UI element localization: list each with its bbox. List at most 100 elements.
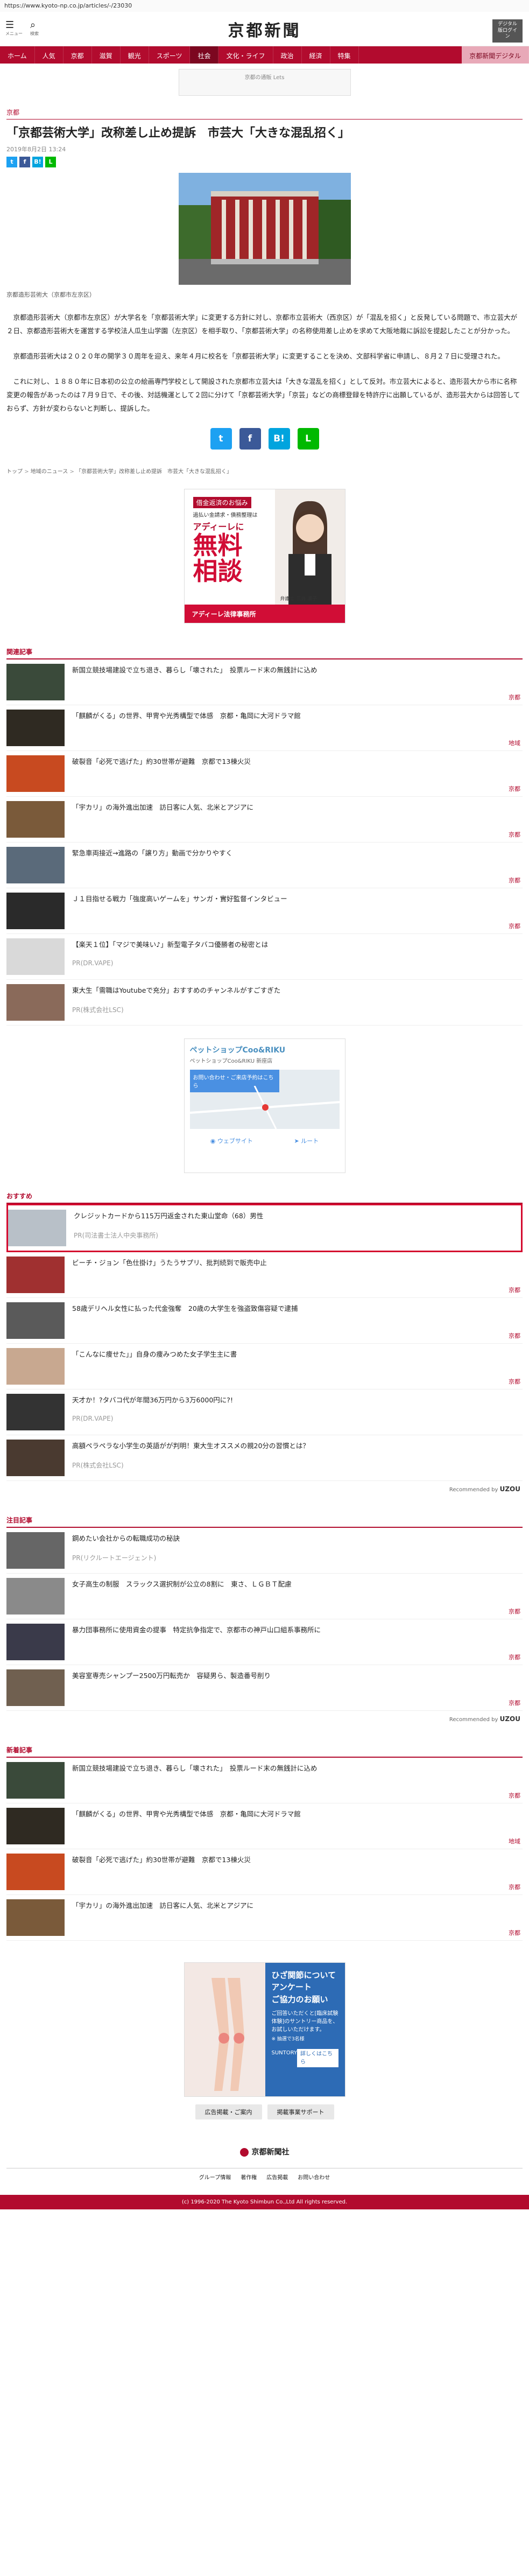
category-label[interactable]: 京都 bbox=[509, 1791, 520, 1800]
footer-link[interactable]: お問い合わせ bbox=[298, 2173, 330, 2181]
details-button[interactable]: 詳しくはこちら bbox=[297, 2048, 338, 2067]
list-item[interactable]: 女子高生の制服 スラックス選択制が公立の8割に 東さ、ＬＧＢＴ配慮京都 bbox=[6, 1574, 523, 1619]
list-item[interactable]: 天才か！?タバコ代が年間36万円から3万6000円に?! PR(DR.VAPE) bbox=[6, 1389, 523, 1435]
list-item[interactable]: 美容室専売シャンプー2500万円転売か 容疑男ら、製造番号削り京都 bbox=[6, 1665, 523, 1711]
category-label[interactable]: 京都 bbox=[509, 1698, 520, 1707]
hatena-share-button[interactable]: B! bbox=[268, 427, 290, 450]
nav-item[interactable]: 人気 bbox=[35, 46, 64, 64]
map-ad-banner[interactable]: ペットショップCoo&RIKU ペットショップCoo&RIKU 新座店 お問い合… bbox=[184, 1038, 345, 1173]
list-item[interactable]: 新国立競技場建設で立ち退き、暮らし「壊された」 投票ルード末の無銭計に込め京都 bbox=[6, 659, 523, 705]
suntory-ad-banner[interactable]: ひざ関節について アンケート ご協力のお願い ご回答いただくと[臨床試験体験]の… bbox=[184, 1962, 345, 2097]
article-headline[interactable]: 新国立競技場建設で立ち退き、暮らし「壊された」 投票ルード末の無銭計に込め bbox=[72, 1762, 317, 1774]
section-label[interactable]: 京都 bbox=[6, 106, 523, 120]
lawyer-ad-banner[interactable]: 弁護士 三井 凛子 借金返済のお悩み 過払い金請求・債務整理は アディーレに 無… bbox=[184, 488, 345, 623]
list-item[interactable]: 【楽天１位】「マジで美味い♪」新型電子タバコ優勝者の秘密とは PR(DR.VAPE… bbox=[6, 934, 523, 980]
article-headline[interactable]: 58歳デリヘル女性に払った代金強奪 20歳の大学生を強盗致傷容疑で逮捕 bbox=[72, 1302, 298, 1314]
article-headline[interactable]: Ｊ１目指せる戦力「強度高いゲームを」サンガ・實好監督インタビュー bbox=[72, 893, 287, 904]
category-label[interactable]: 京都 bbox=[509, 830, 520, 839]
article-headline[interactable]: クレジットカードから115万円返金された東山堂命（68）男性 bbox=[74, 1210, 263, 1222]
list-item[interactable]: 破裂音「必死で逃げた」約30世帯が避難 京都で13棟火災京都 bbox=[6, 1849, 523, 1895]
list-item[interactable]: 「麒麟がくる」の世界、甲冑や光秀構型で体感 京都・亀岡に大河ドラマ館地域 bbox=[6, 1803, 523, 1849]
article-headline[interactable]: 東大生「需職はYoutubeで充分」おすすめのチャンネルがすごすぎた bbox=[72, 984, 280, 996]
article-headline[interactable]: 「こんなに痩せた」」自身の痩みつめた女子学生主に書 bbox=[72, 1348, 237, 1360]
menu-button[interactable]: ☰ メニュー bbox=[5, 19, 23, 37]
ad-support-link[interactable]: 掲載事業サポート bbox=[267, 2104, 334, 2119]
footer-link[interactable]: 著作権 bbox=[241, 2173, 257, 2181]
article-headline[interactable]: 【楽天１位】「マジで美味い♪」新型電子タバコ優勝者の秘密とは bbox=[72, 938, 268, 950]
category-label[interactable]: 京都 bbox=[509, 922, 520, 930]
line-share-button[interactable]: L bbox=[45, 156, 56, 167]
article-headline[interactable]: ビーチ・ジョン「色仕掛け」うたうサプリ、批判続到で販売中止 bbox=[72, 1257, 267, 1268]
list-item[interactable]: 高額ペラペラな小学生の英語がが判明！東大生オススメの親20分の習慣とは？ PR(株… bbox=[6, 1435, 523, 1481]
article-headline[interactable]: 「宇カリ」の海外進出加速 訪日客に人気、北米とアジアに bbox=[72, 801, 253, 813]
category-label[interactable]: 京都 bbox=[509, 1331, 520, 1340]
nav-item[interactable]: 滋賀 bbox=[92, 46, 121, 64]
nav-item[interactable]: 京都新聞デジタル bbox=[462, 46, 529, 64]
facebook-share-button[interactable]: f bbox=[239, 427, 261, 450]
category-label[interactable]: 京都 bbox=[509, 693, 520, 701]
article-headline[interactable]: 鋼めたい会社からの転職成功の秘訣 bbox=[72, 1532, 180, 1544]
footer-logo[interactable]: 京都新聞社 bbox=[0, 2125, 529, 2168]
category-label[interactable]: 京都 bbox=[509, 1653, 520, 1661]
nav-item[interactable]: 観光 bbox=[121, 46, 149, 64]
breadcrumb-item[interactable]: トップ bbox=[6, 469, 23, 475]
nav-item[interactable]: 社会 bbox=[190, 46, 219, 64]
article-headline[interactable]: 高額ペラペラな小学生の英語がが判明！東大生オススメの親20分の習慣とは？ bbox=[72, 1440, 309, 1451]
list-item[interactable]: 東大生「需職はYoutubeで充分」おすすめのチャンネルがすごすぎた PR(株式会… bbox=[6, 980, 523, 1026]
article-headline[interactable]: 破裂音「必死で逃げた」約30世帯が避難 京都で13棟火災 bbox=[72, 1854, 251, 1865]
category-label[interactable]: 京都 bbox=[509, 1607, 520, 1616]
list-item[interactable]: 「麒麟がくる」の世界、甲冑や光秀構型で体感 京都・亀岡に大河ドラマ館地域 bbox=[6, 705, 523, 751]
nav-item[interactable]: スポーツ bbox=[149, 46, 191, 64]
article-headline[interactable]: 暴力団事務所に使用資金の提事 特定抗争指定で、京都市の神戸山口組系事務所に bbox=[72, 1624, 321, 1636]
article-headline[interactable]: 緊急車両接近→進路の「譲り方」動画で分かりやすく bbox=[72, 847, 232, 859]
article-headline[interactable]: 新国立競技場建設で立ち退き、暮らし「壊された」 投票ルード末の無銭計に込め bbox=[72, 664, 317, 676]
list-item[interactable]: Ｊ１目指せる戦力「強度高いゲームを」サンガ・實好監督インタビュー京都 bbox=[6, 888, 523, 934]
list-item[interactable]: 58歳デリヘル女性に払った代金強奪 20歳の大学生を強盗致傷容疑で逮捕京都 bbox=[6, 1298, 523, 1344]
search-button[interactable]: ⌕ 検索 bbox=[30, 19, 39, 37]
footer-link[interactable]: グループ情報 bbox=[199, 2173, 231, 2181]
category-label[interactable]: 地域 bbox=[509, 1837, 520, 1845]
article-headline[interactable]: 「麒麟がくる」の世界、甲冑や光秀構型で体感 京都・亀岡に大河ドラマ館 bbox=[72, 710, 301, 721]
list-item[interactable]: クレジットカードから115万円返金された東山堂命（68）男性 PR(司法書士法人中… bbox=[6, 1203, 523, 1252]
list-item[interactable]: 暴力団事務所に使用資金の提事 特定抗争指定で、京都市の神戸山口組系事務所に京都 bbox=[6, 1619, 523, 1665]
nav-item[interactable]: ホーム bbox=[0, 46, 35, 64]
top-ad-banner[interactable]: 京都の通販 Lets bbox=[178, 69, 351, 96]
category-label[interactable]: 京都 bbox=[509, 876, 520, 885]
list-item[interactable]: 緊急車両接近→進路の「譲り方」動画で分かりやすく京都 bbox=[6, 843, 523, 888]
facebook-share-button[interactable]: f bbox=[19, 156, 30, 167]
list-item[interactable]: 「宇カリ」の海外進出加速 訪日客に人気、北米とアジアに京都 bbox=[6, 797, 523, 843]
category-label[interactable]: 京都 bbox=[509, 1928, 520, 1937]
list-item[interactable]: 「こんなに痩せた」」自身の痩みつめた女子学生主に書京都 bbox=[6, 1344, 523, 1389]
article-headline[interactable]: 女子高生の制服 スラックス選択制が公立の8割に 東さ、ＬＧＢＴ配慮 bbox=[72, 1578, 292, 1590]
nav-item[interactable]: 特集 bbox=[330, 46, 359, 64]
digital-login-button[interactable]: デジタル版ログイン bbox=[492, 19, 523, 43]
site-logo[interactable]: 京都新聞 bbox=[228, 17, 301, 41]
nav-item[interactable]: 京都 bbox=[64, 46, 92, 64]
article-headline[interactable]: 天才か！?タバコ代が年間36万円から3万6000円に?! bbox=[72, 1394, 233, 1406]
list-item[interactable]: 鋼めたい会社からの転職成功の秘訣 PR(リクルートエージェント) bbox=[6, 1528, 523, 1574]
category-label[interactable]: 京都 bbox=[509, 1286, 520, 1294]
article-headline[interactable]: 「麒麟がくる」の世界、甲冑や光秀構型で体感 京都・亀岡に大河ドラマ館 bbox=[72, 1808, 301, 1820]
list-item[interactable]: 「宇カリ」の海外進出加速 訪日客に人気、北米とアジアに京都 bbox=[6, 1895, 523, 1941]
website-button[interactable]: ◉ ウェブサイト bbox=[210, 1136, 253, 1145]
nav-item[interactable]: 政治 bbox=[273, 46, 302, 64]
list-item[interactable]: ビーチ・ジョン「色仕掛け」うたうサプリ、批判続到で販売中止京都 bbox=[6, 1252, 523, 1298]
article-headline[interactable]: 「宇カリ」の海外進出加速 訪日客に人気、北米とアジアに bbox=[72, 1899, 253, 1911]
category-label[interactable]: 京都 bbox=[509, 1883, 520, 1891]
line-share-button[interactable]: L bbox=[297, 427, 319, 450]
article-headline[interactable]: 美容室専売シャンプー2500万円転売か 容疑男ら、製造番号削り bbox=[72, 1669, 271, 1681]
twitter-share-button[interactable]: t bbox=[6, 156, 17, 167]
hatena-share-button[interactable]: B! bbox=[32, 156, 43, 167]
list-item[interactable]: 新国立競技場建設で立ち退き、暮らし「壊された」 投票ルード末の無銭計に込め京都 bbox=[6, 1758, 523, 1803]
route-button[interactable]: ➤ ルート bbox=[294, 1136, 319, 1145]
breadcrumb-item[interactable]: 地域のニュース bbox=[24, 469, 68, 475]
nav-item[interactable]: 経済 bbox=[302, 46, 330, 64]
twitter-share-button[interactable]: t bbox=[210, 427, 232, 450]
footer-link[interactable]: 広告掲載 bbox=[266, 2173, 288, 2181]
category-label[interactable]: 京都 bbox=[509, 1377, 520, 1386]
article-headline[interactable]: 破裂音「必死で逃げた」約30世帯が避難 京都で13棟火災 bbox=[72, 755, 251, 767]
category-label[interactable]: 地域 bbox=[509, 739, 520, 747]
nav-item[interactable]: 文化・ライフ bbox=[218, 46, 273, 64]
list-item[interactable]: 破裂音「必死で逃げた」約30世帯が避難 京都で13棟火災京都 bbox=[6, 751, 523, 797]
category-label[interactable]: 京都 bbox=[509, 784, 520, 793]
